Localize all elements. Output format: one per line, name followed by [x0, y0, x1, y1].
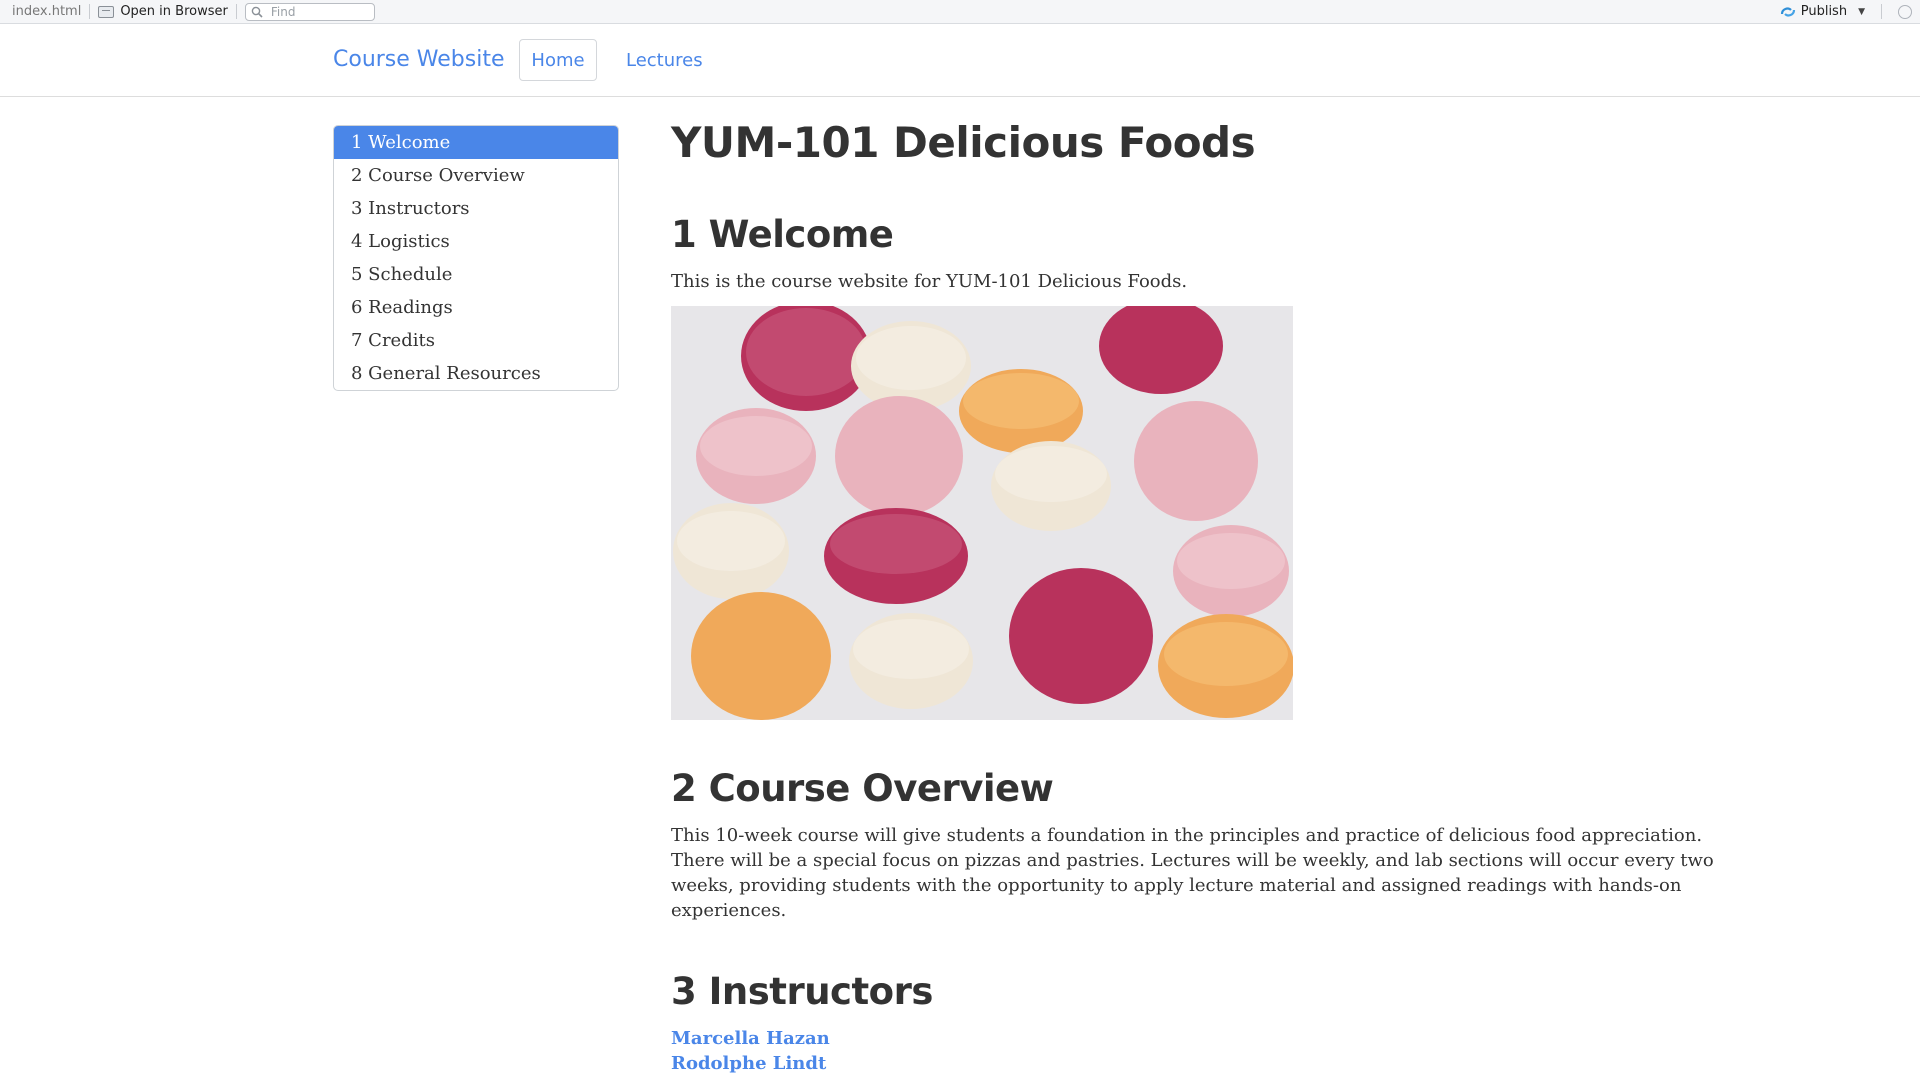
nav-lectures[interactable]: Lectures [626, 50, 703, 71]
toc-item-instructors[interactable]: 3 Instructors [334, 192, 618, 225]
instructor-link[interactable]: Marcella Hazan [671, 1026, 830, 1051]
overview-line: experiences. [671, 900, 787, 921]
overview-line: This 10-week course will give students a… [671, 825, 1703, 846]
brand-link[interactable]: Course Website [333, 47, 505, 72]
macarons-photo [671, 306, 1293, 720]
search-icon [251, 6, 263, 18]
open-in-browser-label: Open in Browser [120, 4, 228, 19]
macarons-image [671, 306, 1293, 720]
welcome-heading: 1 Welcome [671, 213, 894, 256]
nav-home[interactable]: Home [519, 39, 597, 81]
toc-item-schedule[interactable]: 5 Schedule [334, 258, 618, 291]
publish-icon [1780, 7, 1795, 16]
file-name-label: index.html [12, 4, 82, 19]
open-in-browser-button[interactable]: Open in Browser [98, 4, 228, 19]
welcome-text: This is the course website for YUM-101 D… [671, 271, 1188, 292]
toolbar-divider [89, 4, 91, 19]
toc-item-general-resources[interactable]: 8 General Resources [334, 357, 618, 390]
page-title: YUM-101 Delicious Foods [671, 118, 1256, 167]
toolbar-divider [1881, 4, 1882, 19]
refresh-icon[interactable] [1898, 4, 1912, 19]
publish-label: Publish [1800, 4, 1848, 19]
toc-item-credits[interactable]: 7 Credits [334, 324, 618, 357]
chevron-down-icon[interactable]: ▼ [1858, 7, 1865, 17]
course-overview-text: This 10-week course will give students a… [671, 823, 1714, 923]
find-field[interactable] [244, 2, 375, 21]
browser-window-icon [98, 5, 115, 18]
toc-item-readings[interactable]: 6 Readings [334, 291, 618, 324]
toolbar-divider [235, 4, 237, 19]
instructor-link[interactable]: Rodolphe Lindt [671, 1051, 830, 1076]
course-overview-heading: 2 Course Overview [671, 767, 1054, 810]
instructors-heading: 3 Instructors [671, 970, 933, 1013]
site-navbar: Course Website Home Lectures [0, 25, 1920, 97]
overview-line: weeks, providing students with the oppor… [671, 875, 1682, 896]
publish-button[interactable]: Publish ▼ [1780, 4, 1865, 19]
find-input[interactable] [268, 3, 368, 20]
viewer-toolbar: index.html Open in Browser Publish ▼ [0, 0, 1920, 24]
toc-item-welcome[interactable]: 1 Welcome [334, 126, 618, 159]
toc-item-logistics[interactable]: 4 Logistics [334, 225, 618, 258]
table-of-contents: 1 Welcome 2 Course Overview 3 Instructor… [333, 125, 619, 391]
overview-line: There will be a special focus on pizzas … [671, 850, 1714, 871]
instructors-list: Marcella Hazan Rodolphe Lindt [671, 1026, 830, 1076]
toc-item-course-overview[interactable]: 2 Course Overview [334, 159, 618, 192]
